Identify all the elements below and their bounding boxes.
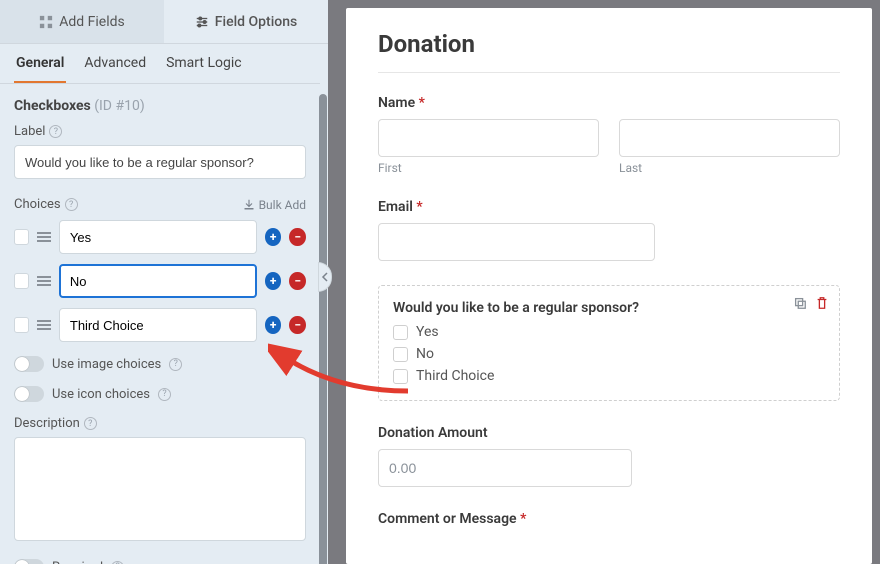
sliders-icon (195, 15, 209, 29)
tab-options-label: Field Options (215, 14, 297, 30)
field-comment[interactable]: Comment or Message * (378, 511, 840, 527)
form-preview: Donation Name * First Last Email * (346, 8, 872, 564)
choice-input[interactable] (59, 220, 257, 254)
drag-handle-icon[interactable] (37, 320, 51, 330)
help-icon[interactable]: ? (65, 198, 78, 211)
image-choices-toggle[interactable] (14, 356, 44, 372)
divider (378, 72, 840, 73)
choices-list: + − + − (14, 220, 306, 342)
choice-input[interactable] (59, 308, 257, 342)
add-choice-button[interactable]: + (265, 316, 282, 334)
description-input[interactable] (14, 437, 306, 541)
remove-choice-button[interactable]: − (289, 272, 306, 290)
required-asterisk: * (520, 511, 526, 527)
checkbox-icon (393, 325, 408, 340)
description-title: Description (14, 416, 80, 431)
preview-choice[interactable]: Third Choice (393, 368, 825, 384)
subtab-smart-logic[interactable]: Smart Logic (164, 45, 243, 83)
left-panel: Add Fields Field Options General Advance… (0, 0, 328, 564)
add-choice-button[interactable]: + (265, 272, 282, 290)
subtab-general[interactable]: General (14, 45, 66, 83)
tab-field-options[interactable]: Field Options (164, 0, 328, 44)
remove-choice-button[interactable]: − (289, 316, 306, 334)
required-asterisk: * (416, 199, 422, 215)
trash-icon[interactable] (815, 296, 829, 310)
tab-add-fields[interactable]: Add Fields (0, 0, 164, 44)
help-icon[interactable]: ? (111, 561, 124, 564)
help-icon[interactable]: ? (158, 388, 171, 401)
choice-default-checkbox[interactable] (14, 317, 29, 333)
preview-choice[interactable]: No (393, 346, 825, 362)
choice-label: No (416, 346, 434, 362)
label-input[interactable] (14, 145, 306, 179)
choice-row: + − (14, 308, 306, 342)
field-type: Checkboxes (14, 98, 91, 114)
icon-choices-label: Use icon choices (52, 387, 150, 402)
email-input[interactable] (378, 223, 655, 261)
name-label: Name (378, 95, 415, 111)
amount-input[interactable] (378, 449, 632, 487)
form-title: Donation (378, 30, 840, 58)
remove-choice-button[interactable]: − (289, 228, 306, 246)
bulk-add-label: Bulk Add (259, 198, 306, 212)
tab-add-label: Add Fields (59, 14, 125, 30)
bulk-add-button[interactable]: Bulk Add (243, 198, 306, 212)
choice-row: + − (14, 220, 306, 254)
required-label: Required (52, 560, 103, 564)
subtabs: General Advanced Smart Logic (0, 44, 320, 84)
drag-handle-icon[interactable] (37, 276, 51, 286)
sponsor-question: Would you like to be a regular sponsor? (393, 300, 825, 316)
email-label: Email (378, 199, 413, 215)
add-choice-button[interactable]: + (265, 228, 282, 246)
choice-default-checkbox[interactable] (14, 273, 29, 289)
scrollbar[interactable] (319, 94, 327, 564)
field-id: (ID #10) (94, 98, 145, 114)
choice-label: Third Choice (416, 368, 494, 384)
first-name-input[interactable] (378, 119, 599, 157)
required-toggle[interactable] (14, 559, 44, 564)
field-heading: Checkboxes (ID #10) (14, 98, 306, 114)
choice-input[interactable] (59, 264, 257, 298)
preview-canvas: Donation Name * First Last Email * (328, 0, 880, 564)
field-sponsor-selected[interactable]: Would you like to be a regular sponsor? … (378, 285, 840, 401)
help-icon[interactable]: ? (84, 417, 97, 430)
grid-icon (39, 15, 53, 29)
choice-label: Yes (416, 324, 439, 340)
duplicate-icon[interactable] (793, 296, 807, 310)
preview-choice[interactable]: Yes (393, 324, 825, 340)
required-asterisk: * (419, 95, 425, 111)
last-name-under: Last (619, 161, 840, 175)
field-donation-amount[interactable]: Donation Amount (378, 425, 840, 487)
first-name-under: First (378, 161, 599, 175)
choice-default-checkbox[interactable] (14, 229, 29, 245)
drag-handle-icon[interactable] (37, 232, 51, 242)
amount-label: Donation Amount (378, 425, 840, 441)
checkbox-icon (393, 369, 408, 384)
help-icon[interactable]: ? (49, 125, 62, 138)
icon-choices-toggle[interactable] (14, 386, 44, 402)
panel-tabs: Add Fields Field Options (0, 0, 328, 44)
choices-title: Choices (14, 197, 61, 212)
label-title: Label (14, 124, 45, 139)
field-email[interactable]: Email * (378, 199, 840, 261)
choice-row: + − (14, 264, 306, 298)
subtab-advanced[interactable]: Advanced (82, 45, 148, 83)
image-choices-label: Use image choices (52, 357, 161, 372)
help-icon[interactable]: ? (169, 358, 182, 371)
comment-label: Comment or Message (378, 511, 517, 527)
field-name[interactable]: Name * First Last (378, 95, 840, 175)
last-name-input[interactable] (619, 119, 840, 157)
checkbox-icon (393, 347, 408, 362)
